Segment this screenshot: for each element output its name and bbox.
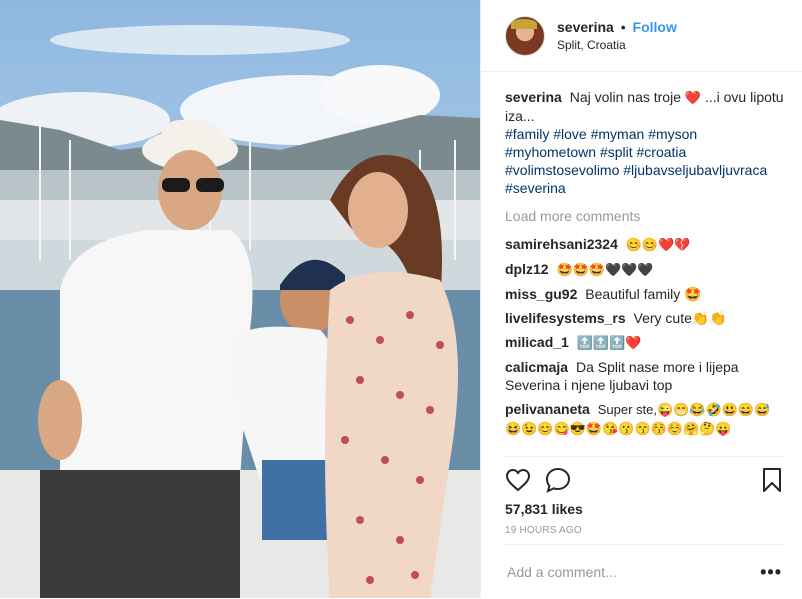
load-more-comments-button[interactable]: Load more comments bbox=[505, 207, 785, 225]
comment-item: calicmaja Da Split nase more i lijepa Se… bbox=[505, 358, 785, 394]
hashtag-link[interactable]: #myson bbox=[648, 126, 697, 142]
comment-item: milicad_1 🔝🔝🔝❤️ bbox=[505, 333, 785, 352]
post-photo[interactable] bbox=[0, 0, 480, 598]
comment-username[interactable]: calicmaja bbox=[505, 359, 568, 375]
comment-username[interactable]: livelifesystems_rs bbox=[505, 310, 626, 326]
follow-button[interactable]: Follow bbox=[633, 19, 677, 35]
add-comment-bar: ••• bbox=[505, 544, 782, 599]
hashtag-link[interactable]: #myman bbox=[591, 126, 645, 142]
hashtag-link[interactable]: #myhometown bbox=[505, 144, 596, 160]
family-photo-illustration bbox=[0, 0, 480, 598]
comment-username[interactable]: milicad_1 bbox=[505, 334, 569, 350]
post-details-panel: severina • Follow Split, Croatia severin… bbox=[480, 0, 802, 598]
action-bar bbox=[505, 456, 782, 496]
post-header: severina • Follow Split, Croatia bbox=[481, 0, 802, 72]
comment-item: dplz12 🤩🤩🤩🖤🖤🖤 bbox=[505, 260, 785, 279]
hashtag-link[interactable]: #ljubavseljubavljuvraca bbox=[623, 162, 767, 178]
comments-section: severina Naj volin nas troje ❤️ ...i ovu… bbox=[505, 88, 785, 444]
author-username[interactable]: severina bbox=[557, 19, 614, 35]
hashtag-link[interactable]: #family bbox=[505, 126, 549, 142]
comment-text: Very cute👏👏 bbox=[633, 310, 727, 326]
comment-item: miss_gu92 Beautiful family 🤩 bbox=[505, 285, 785, 303]
hashtag-link[interactable]: #love bbox=[553, 126, 586, 142]
comment-username[interactable]: pelivananeta bbox=[505, 401, 590, 417]
comment-username[interactable]: miss_gu92 bbox=[505, 286, 577, 302]
avatar[interactable] bbox=[505, 15, 545, 56]
comment-text: Beautiful family 🤩 bbox=[585, 286, 702, 302]
hashtag-link[interactable]: #volimstosevolimo bbox=[505, 162, 619, 178]
caption-username[interactable]: severina bbox=[505, 89, 562, 105]
comment-username[interactable]: dplz12 bbox=[505, 261, 549, 277]
more-options-icon[interactable]: ••• bbox=[760, 562, 782, 583]
comment-username[interactable]: samirehsani2324 bbox=[505, 236, 618, 252]
comment-input[interactable] bbox=[505, 563, 761, 581]
caption: severina Naj volin nas troje ❤️ ...i ovu… bbox=[505, 88, 785, 197]
hashtag-link[interactable]: #split bbox=[600, 144, 633, 160]
speech-bubble-icon[interactable] bbox=[545, 467, 571, 493]
hashtag-link[interactable]: #croatia bbox=[637, 144, 687, 160]
comment-item: pelivananeta Super ste,😜😁😂🤣😃😄😅😆😉😊😋😎🤩😘😗😙😚… bbox=[505, 400, 785, 438]
comment-item: livelifesystems_rs Very cute👏👏 bbox=[505, 309, 785, 327]
caption-text-before: Naj volin nas troje bbox=[569, 89, 681, 105]
comment-text: 🔝🔝🔝❤️ bbox=[576, 335, 642, 350]
separator-dot: • bbox=[620, 18, 626, 35]
likes-count[interactable]: 57,831 likes bbox=[505, 501, 583, 517]
location-link[interactable]: Split, Croatia bbox=[557, 36, 677, 54]
comment-item: samirehsani2324 😊😊❤️💔 bbox=[505, 235, 785, 254]
hashtag-link[interactable]: #severina bbox=[505, 180, 566, 196]
bookmark-icon[interactable] bbox=[762, 467, 782, 493]
comment-text: 😊😊❤️💔 bbox=[625, 237, 691, 252]
post-timestamp[interactable]: 19 HOURS AGO bbox=[505, 525, 582, 536]
heart-outline-icon[interactable] bbox=[505, 468, 531, 492]
heart-emoji: ❤️ bbox=[684, 90, 702, 105]
comment-text: 🤩🤩🤩🖤🖤🖤 bbox=[556, 262, 654, 277]
